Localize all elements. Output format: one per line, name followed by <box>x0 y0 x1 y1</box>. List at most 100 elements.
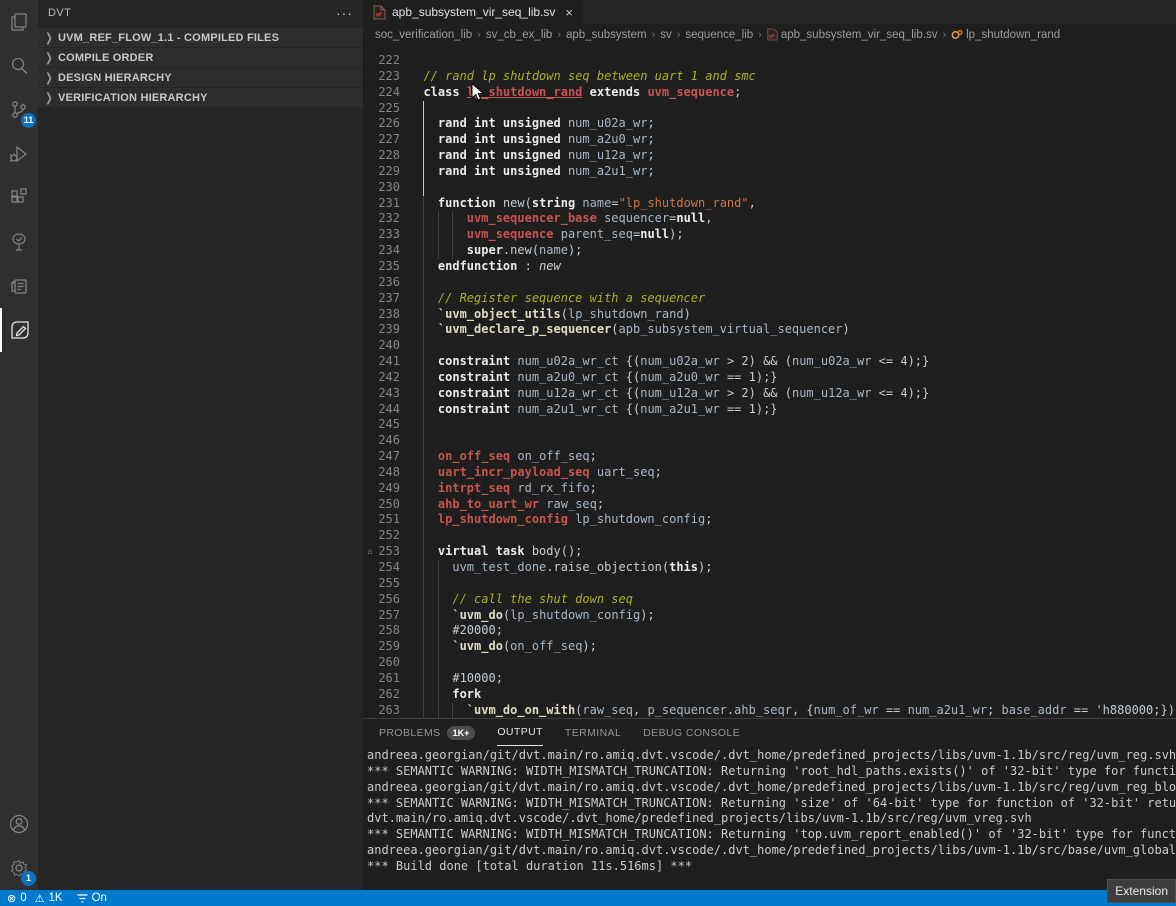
code-line[interactable]: 263 `uvm_do_on_with(raw_seq, p_sequencer… <box>363 703 1176 718</box>
status-bar: ⊗ 0 ⚠ 1K On <box>0 890 1176 906</box>
code-line[interactable]: 252 <box>363 528 1176 544</box>
code-line[interactable]: 256 // call the shut down seq <box>363 592 1176 608</box>
token: num_a2u1_wr <box>568 164 647 178</box>
code-line[interactable]: 222 <box>363 53 1176 69</box>
breadcrumb-item[interactable]: sequence_lib <box>685 29 753 41</box>
token: uvm_sequence <box>467 227 554 241</box>
code-line[interactable]: 251 lp_shutdown_config lp_shutdown_confi… <box>363 512 1176 528</box>
token: ; <box>655 465 662 479</box>
line-number: 226 <box>377 116 409 132</box>
code-line[interactable]: 231 function new(string name="lp_shutdow… <box>363 196 1176 212</box>
output-line: *** SEMANTIC WARNING: WIDTH_MISMATCH_TRU… <box>367 796 1176 812</box>
breadcrumb-item[interactable]: sv <box>660 29 672 41</box>
code-line[interactable]: 223 // rand lp shutdown seq between uart… <box>363 69 1176 85</box>
indent-guide <box>423 116 424 132</box>
indent-guide <box>438 227 439 243</box>
tree-item[interactable]: ❯VERIFICATION HIERARCHY <box>38 88 363 107</box>
code-line[interactable]: 247 on_off_seq on_off_seq; <box>363 449 1176 465</box>
breadcrumb-item[interactable]: lp_shutdown_rand <box>966 29 1060 41</box>
explorer-icon[interactable] <box>0 0 38 44</box>
code-line[interactable]: 226 rand int unsigned num_u02a_wr; <box>363 116 1176 132</box>
code-line[interactable]: 237 // Register sequence with a sequence… <box>363 291 1176 307</box>
line-number: 231 <box>377 196 409 212</box>
code-line[interactable]: 262 fork <box>363 687 1176 703</box>
code-line[interactable]: 230 <box>363 180 1176 196</box>
code-line[interactable]: 246 <box>363 433 1176 449</box>
line-number: 241 <box>377 354 409 370</box>
code-line[interactable]: 227 rand int unsigned num_a2u0_wr; <box>363 132 1176 148</box>
settings-gear-icon[interactable]: 1 <box>0 846 38 890</box>
code-line[interactable]: 257 `uvm_do(lp_shutdown_config); <box>363 608 1176 624</box>
tree-item[interactable]: ❯COMPILE ORDER <box>38 48 363 67</box>
token: uvm_sequencer_base <box>467 211 597 225</box>
panel-tab-problems[interactable]: PROBLEMS1K+ <box>379 719 475 746</box>
code-line[interactable]: 232 uvm_sequencer_base sequencer=null, <box>363 211 1176 227</box>
code-line[interactable]: ⌂253 virtual task body(); <box>363 544 1176 560</box>
code-line[interactable]: 240 <box>363 338 1176 354</box>
error-count: 0 <box>20 892 26 904</box>
code-line[interactable]: 260 <box>363 655 1176 671</box>
code-line[interactable]: 225 <box>363 101 1176 117</box>
trace-log-icon[interactable] <box>0 264 38 308</box>
code-line[interactable]: 249 intrpt_seq rd_rx_fifo; <box>363 481 1176 497</box>
panel-tab-debug-console[interactable]: DEBUG CONSOLE <box>643 719 740 746</box>
run-debug-icon[interactable] <box>0 132 38 176</box>
code-line[interactable]: 236 <box>363 275 1176 291</box>
tree-item[interactable]: ❯UVM_REF_FLOW_1.1 - COMPILED FILES <box>38 28 363 47</box>
token: num_u12a_wr <box>640 386 719 400</box>
tab-close-icon[interactable]: × <box>565 5 573 20</box>
filter-status[interactable]: On <box>77 892 107 904</box>
panel-tab-terminal[interactable]: TERMINAL <box>565 719 621 746</box>
sidebar-more-actions-icon[interactable]: ··· <box>336 5 353 21</box>
code-line[interactable]: 241 constraint num_u02a_wr_ct {(num_u02a… <box>363 354 1176 370</box>
breadcrumb-item[interactable]: sv_cb_ex_lib <box>486 29 552 41</box>
gutter: 239 <box>363 322 409 338</box>
problems-status[interactable]: ⊗ 0 ⚠ 1K <box>7 892 63 905</box>
tab-apb-subsystem-vir-seq-lib[interactable]: apb_subsystem_vir_seq_lib.sv × <box>363 0 583 24</box>
token <box>409 608 452 622</box>
account-icon[interactable] <box>0 802 38 846</box>
indent-guide <box>438 576 439 592</box>
source-control-icon[interactable]: 11 <box>0 88 38 132</box>
code-editor[interactable]: 222223 // rand lp shutdown seq between u… <box>363 46 1176 718</box>
code-line[interactable]: 238 `uvm_object_utils(lp_shutdown_rand) <box>363 307 1176 323</box>
code-line[interactable]: 261 #10000; <box>363 671 1176 687</box>
code-line[interactable]: 228 rand int unsigned num_u12a_wr; <box>363 148 1176 164</box>
token: num_u12a_wr_ct <box>517 386 618 400</box>
code-line[interactable]: 242 constraint num_a2u0_wr_ct {(num_a2u0… <box>363 370 1176 386</box>
extensions-icon[interactable] <box>0 176 38 220</box>
code-line[interactable]: 245 <box>363 417 1176 433</box>
code-line[interactable]: 224 class lp_shutdown_rand extends uvm_s… <box>363 85 1176 101</box>
token: rand int unsigned <box>438 132 568 146</box>
code-line[interactable]: 235 endfunction : new <box>363 259 1176 275</box>
output-line: andreea.georgian/git/dvt.main/ro.amiq.dv… <box>367 748 1176 764</box>
code-line[interactable]: 255 <box>363 576 1176 592</box>
code-line[interactable]: 233 uvm_sequence parent_seq=null); <box>363 227 1176 243</box>
token: == <box>879 703 908 717</box>
code-line[interactable]: 254 uvm_test_done.raise_objection(this); <box>363 560 1176 576</box>
gutter: 226 <box>363 116 409 132</box>
dvt-icon[interactable] <box>0 308 38 352</box>
token: ; <box>647 132 654 146</box>
output-console[interactable]: andreea.georgian/git/dvt.main/ro.amiq.dv… <box>363 746 1176 890</box>
code-line[interactable]: 243 constraint num_u12a_wr_ct {(num_u12a… <box>363 386 1176 402</box>
indent-guide <box>423 417 424 433</box>
panel-tab-output[interactable]: OUTPUT <box>497 719 543 746</box>
breadcrumb-item[interactable]: apb_subsystem_vir_seq_lib.sv <box>781 29 938 41</box>
code-line[interactable]: 229 rand int unsigned num_a2u1_wr; <box>363 164 1176 180</box>
breadcrumb-item[interactable]: soc_verification_lib <box>375 29 472 41</box>
code-line[interactable]: 259 `uvm_do(on_off_seq); <box>363 639 1176 655</box>
code-line[interactable]: 248 uart_incr_payload_seq uart_seq; <box>363 465 1176 481</box>
breadcrumb-item[interactable]: apb_subsystem <box>566 29 647 41</box>
indent-guide <box>423 148 424 164</box>
line-number: 238 <box>377 307 409 323</box>
code-line[interactable]: 234 super.new(name); <box>363 243 1176 259</box>
tree-item[interactable]: ❯DESIGN HIERARCHY <box>38 68 363 87</box>
gutter-spacer <box>363 465 377 481</box>
code-line[interactable]: 258 #20000; <box>363 623 1176 639</box>
code-line[interactable]: 239 `uvm_declare_p_sequencer(apb_subsyst… <box>363 322 1176 338</box>
code-line[interactable]: 244 constraint num_a2u1_wr_ct {(num_a2u1… <box>363 402 1176 418</box>
verification-tree-icon[interactable] <box>0 220 38 264</box>
code-line[interactable]: 250 ahb_to_uart_wr raw_seq; <box>363 497 1176 513</box>
search-icon[interactable] <box>0 44 38 88</box>
